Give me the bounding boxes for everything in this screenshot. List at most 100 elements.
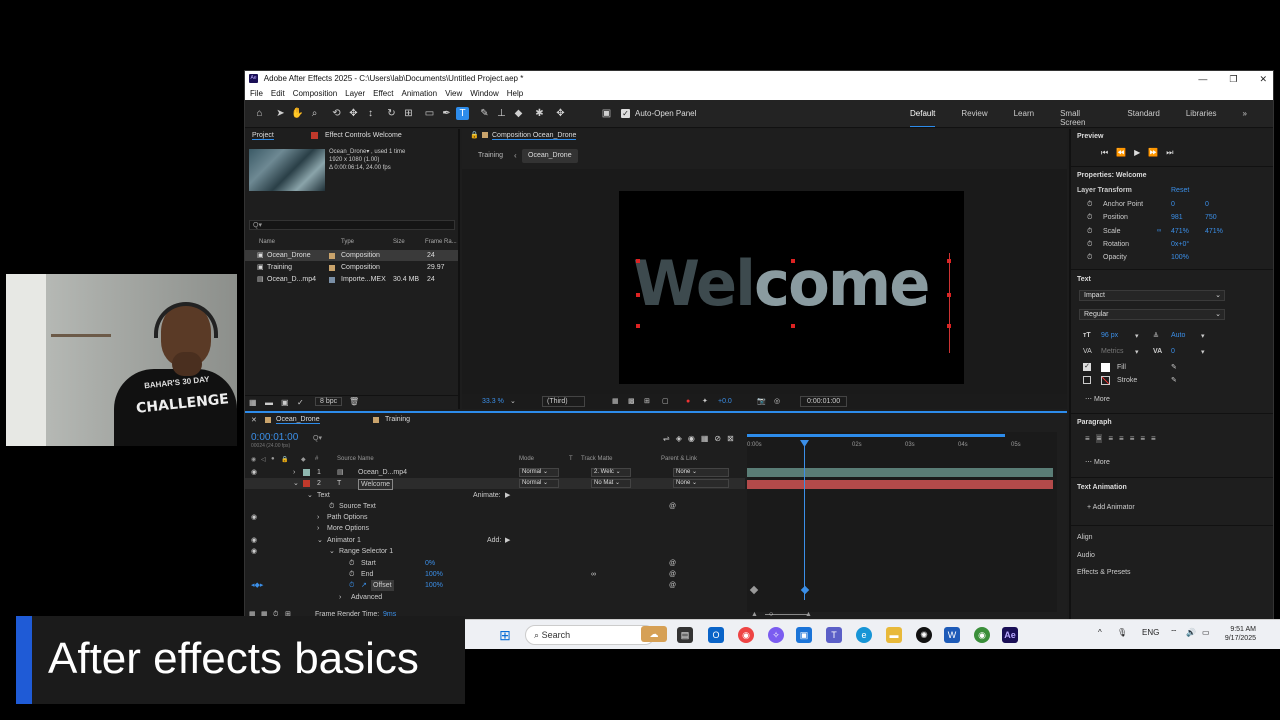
region-icon[interactable]: ▦ — [612, 394, 619, 409]
pan-tool-icon[interactable]: ✥ — [347, 107, 360, 120]
work-area-bar[interactable] — [747, 434, 1005, 437]
adjust-icon[interactable]: ✓ — [297, 398, 304, 407]
weather-widget-icon[interactable]: ☁ — [641, 626, 667, 642]
language-indicator[interactable]: ENG — [1142, 628, 1159, 637]
layer-bar-ocean[interactable] — [747, 468, 1053, 477]
align-left-icon[interactable]: ≡ — [1085, 434, 1090, 443]
keyframe-marker[interactable] — [749, 585, 759, 595]
breadcrumb-ocean-drone[interactable]: Ocean_Drone — [522, 149, 578, 163]
menu-help[interactable]: Help — [507, 87, 523, 100]
layer-bar-welcome[interactable] — [747, 480, 1053, 489]
property-row[interactable]: ⏱ Source Text @ — [245, 501, 745, 512]
position-x-value[interactable]: 981 — [1171, 214, 1183, 221]
pen-tool-icon[interactable]: ✒ — [440, 107, 453, 120]
stopwatch-icon[interactable]: ⏱ — [1087, 228, 1092, 236]
parent-header[interactable]: Parent & Link — [661, 456, 697, 462]
tracking-value[interactable]: 0 — [1171, 348, 1175, 355]
taskbar-clock[interactable]: 9:51 AM 9/17/2025 — [1225, 625, 1256, 643]
kerning-value[interactable]: Metrics — [1101, 348, 1124, 355]
menu-layer[interactable]: Layer — [345, 87, 365, 100]
orbit-tool-icon[interactable]: ⟲ — [330, 107, 343, 120]
motion-blur-icon[interactable]: ◉ — [688, 434, 695, 443]
stroke-color-swatch[interactable] — [1101, 376, 1110, 385]
selection-tool-icon[interactable]: ➤ — [274, 107, 287, 120]
rotation-value[interactable]: 0x+0° — [1171, 241, 1189, 248]
property-row[interactable]: ◉ ⌄ Range Selector 1 — [245, 546, 745, 557]
minimize-button[interactable]: — — [1198, 71, 1207, 87]
stopwatch-icon[interactable]: ⏱ — [1087, 254, 1092, 262]
project-item[interactable]: ▤ Ocean_D...mp4 Importe...MEX 30.4 MB 24 — [245, 274, 458, 285]
link-icon[interactable]: ∞ — [1157, 228, 1161, 234]
word-icon[interactable]: W — [944, 627, 960, 643]
property-row[interactable]: ◂◆▸ ⏱ ↗ Offset 100% @ — [245, 580, 745, 591]
scale-x-value[interactable]: 471% — [1171, 228, 1189, 235]
battery-icon[interactable]: ▭ — [1202, 628, 1210, 637]
bpc-button[interactable]: 8 bpc — [315, 397, 343, 406]
workspace-learn[interactable]: Learn — [1014, 109, 1034, 127]
home-icon[interactable]: ⌂ — [253, 107, 266, 120]
transparency-grid-icon[interactable]: ▩ — [628, 394, 635, 409]
tab-training[interactable]: Training — [385, 416, 410, 423]
justify-all-icon[interactable]: ≡ — [1151, 434, 1156, 443]
tab-effect-controls[interactable]: Effect Controls Welcome — [325, 132, 402, 139]
expression-icon[interactable]: @ — [669, 501, 676, 512]
eraser-tool-icon[interactable]: ◆ — [512, 107, 525, 120]
brush-tool-icon[interactable]: ✎ — [478, 107, 491, 120]
frame-blend-icon[interactable]: ◈ — [676, 434, 682, 443]
snapshot-icon[interactable]: 📷 — [757, 394, 766, 409]
property-row[interactable]: ◉ › Path Options — [245, 512, 745, 523]
workspace-standard[interactable]: Standard — [1127, 109, 1159, 127]
project-search-input[interactable]: Q▾ — [249, 220, 455, 230]
audio-panel[interactable]: Audio — [1077, 552, 1095, 559]
layer-name-input[interactable]: Welcome — [358, 479, 394, 490]
show-snapshot-icon[interactable]: ◎ — [774, 394, 780, 409]
layer-row[interactable]: ⌄ 2 T Welcome Normal ⌄ No Mat ⌄ None ⌄ — [245, 478, 745, 490]
paragraph-more-button[interactable]: ⋯ More — [1085, 458, 1110, 466]
font-family-dropdown[interactable]: Impact ⌄ — [1079, 290, 1225, 301]
timeline-timecode[interactable]: 0:00:01:00 — [251, 432, 298, 443]
anchor-tool-icon[interactable]: ⊞ — [402, 107, 415, 120]
effects-presets-panel[interactable]: Effects & Presets — [1077, 569, 1131, 576]
preview-title[interactable]: Preview — [1077, 133, 1103, 140]
play-icon[interactable]: ▶ — [1134, 148, 1140, 158]
shy-icon[interactable]: ⇌ — [663, 434, 670, 443]
align-panel[interactable]: Align — [1077, 534, 1093, 541]
eyedropper-icon[interactable]: ✎ — [1171, 376, 1177, 384]
expression-icon[interactable]: @ — [669, 558, 676, 569]
layer-row[interactable]: ◉ › 1 ▤ Ocean_D...mp4 Normal ⌄ 2. Welc ⌄… — [245, 467, 745, 478]
add-menu[interactable]: Add: — [487, 535, 501, 546]
stopwatch-icon[interactable]: ⏱ — [1087, 201, 1092, 209]
snapping-icon[interactable]: ▣ — [600, 107, 613, 120]
delete-icon[interactable]: 🗑 — [349, 397, 359, 406]
roto-brush-icon[interactable]: ✱ — [533, 107, 546, 120]
label-swatch[interactable] — [303, 480, 310, 487]
store-icon[interactable]: ▣ — [796, 627, 812, 643]
col-frame-rate[interactable]: Frame Ra... — [425, 239, 457, 245]
close-tab-icon[interactable]: ✕ — [251, 416, 257, 424]
resolution-dropdown[interactable]: (Third) — [542, 396, 585, 407]
font-style-dropdown[interactable]: Regular ⌄ — [1079, 309, 1225, 320]
collapse-icon[interactable]: ⌄ — [329, 546, 335, 557]
project-item[interactable]: ▣ Ocean_Drone Composition 24 — [245, 250, 458, 261]
live-update-icon[interactable]: ⊘ — [714, 434, 721, 443]
menu-composition[interactable]: Composition — [293, 87, 337, 100]
align-right-icon[interactable]: ≡ — [1108, 434, 1113, 443]
task-view-icon[interactable]: ▤ — [677, 627, 693, 643]
fill-checkbox[interactable]: ✓ — [1083, 363, 1091, 371]
stopwatch-icon[interactable]: ⏱ — [349, 558, 354, 569]
next-frame-icon[interactable]: ⏩ — [1148, 148, 1158, 158]
outlook-icon[interactable]: O — [708, 627, 724, 643]
chevron-down-icon[interactable]: ▾ — [1201, 348, 1205, 356]
justify-left-icon[interactable]: ≡ — [1119, 434, 1124, 443]
mask-icon[interactable]: ▢ — [662, 394, 669, 409]
menu-file[interactable]: File — [250, 87, 263, 100]
tab-ocean-drone[interactable]: Ocean_Drone — [276, 416, 320, 424]
reset-link[interactable]: Reset — [1171, 187, 1189, 194]
welcome-text-layer[interactable]: Welcome — [633, 249, 930, 319]
chevron-down-icon[interactable]: ▾ — [1201, 332, 1205, 340]
chevron-down-icon[interactable]: ▾ — [1135, 348, 1139, 356]
more-workspaces-icon[interactable]: » — [1243, 109, 1247, 127]
video-toggle-icon[interactable]: ◉ — [251, 456, 256, 463]
playhead[interactable] — [804, 440, 805, 600]
expand-icon[interactable]: › — [339, 592, 341, 603]
